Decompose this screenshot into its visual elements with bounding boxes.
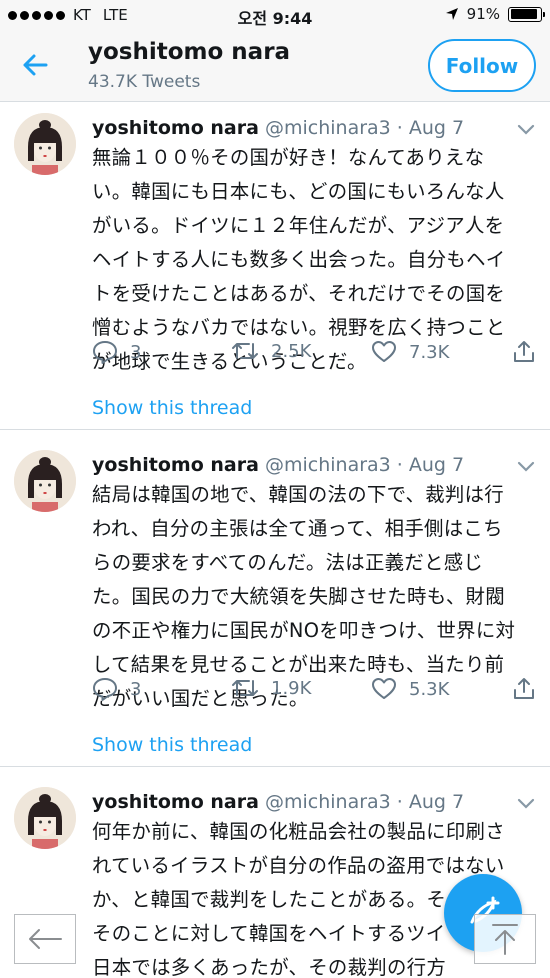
tweet[interactable]: yoshitomo nara @michinara3 · Aug 7 結局は韓国…	[0, 440, 550, 766]
tweet-actions: 3 1.9K 5.3K	[92, 677, 542, 707]
reply-count: 3	[130, 678, 142, 700]
tweet-header: yoshitomo nara @michinara3 · Aug 7	[92, 117, 464, 139]
reply-icon	[93, 341, 117, 364]
share-icon	[514, 678, 534, 699]
tweet-author-name[interactable]: yoshitomo nara	[92, 117, 259, 139]
tweet-author-name[interactable]: yoshitomo nara	[92, 791, 259, 813]
scroll-to-top-button[interactable]	[474, 914, 536, 964]
tweet-header: yoshitomo nara @michinara3 · Aug 7	[92, 454, 464, 476]
share-icon	[514, 341, 534, 362]
retweet-button[interactable]: 2.5K	[231, 340, 311, 362]
avatar-illustration	[14, 450, 76, 512]
chevron-down-icon[interactable]	[516, 797, 536, 811]
divider	[0, 429, 550, 430]
tweet-author-name[interactable]: yoshitomo nara	[92, 454, 259, 476]
battery-fill	[510, 9, 537, 19]
heart-icon	[372, 678, 396, 699]
tweet-count: 43.7K Tweets	[88, 72, 201, 92]
tweet-meta: @michinara3 · Aug 7	[264, 117, 465, 139]
avatar-illustration	[14, 787, 76, 849]
heart-icon	[372, 341, 396, 362]
header-title: yoshitomo nara	[88, 39, 291, 65]
status-bar: KT LTE 오전 9:44 91%	[0, 0, 550, 30]
back-arrow-icon[interactable]	[18, 48, 52, 82]
retweet-icon	[232, 343, 258, 359]
chevron-down-icon[interactable]	[516, 460, 536, 474]
retweet-button[interactable]: 1.9K	[231, 677, 311, 699]
profile-header: yoshitomo nara 43.7K Tweets Follow	[0, 30, 550, 102]
tweet-actions: 3 2.5K 7.3K	[92, 340, 542, 370]
reply-icon	[93, 678, 117, 701]
avatar-illustration	[14, 113, 76, 175]
tweet-header: yoshitomo nara @michinara3 · Aug 7	[92, 791, 464, 813]
reply-button[interactable]: 3	[92, 677, 141, 701]
scroll-to-top-icon	[492, 924, 518, 955]
nav-back-icon	[29, 929, 62, 949]
divider	[0, 766, 550, 767]
share-button[interactable]	[512, 677, 536, 701]
status-right: 91%	[445, 5, 545, 23]
chevron-down-icon[interactable]	[516, 123, 536, 137]
reply-button[interactable]: 3	[92, 340, 141, 364]
like-button[interactable]: 7.3K	[371, 340, 449, 364]
avatar[interactable]	[14, 113, 76, 175]
location-arrow-icon	[445, 8, 458, 20]
reply-count: 3	[130, 341, 142, 363]
retweet-icon	[232, 680, 258, 696]
avatar[interactable]	[14, 450, 76, 512]
avatar[interactable]	[14, 787, 76, 849]
battery-icon	[508, 6, 545, 22]
nav-back-button[interactable]	[14, 914, 76, 964]
tweet-meta: @michinara3 · Aug 7	[264, 791, 465, 813]
like-button[interactable]: 5.3K	[371, 677, 449, 701]
like-count: 7.3K	[409, 341, 450, 363]
retweet-count: 1.9K	[271, 677, 312, 699]
retweet-count: 2.5K	[271, 340, 312, 362]
tweet[interactable]: yoshitomo nara @michinara3 · Aug 7 無論１００…	[0, 103, 550, 429]
follow-button[interactable]: Follow	[428, 39, 536, 92]
like-count: 5.3K	[409, 678, 450, 700]
tweet-meta: @michinara3 · Aug 7	[264, 454, 465, 476]
share-button[interactable]	[512, 340, 536, 364]
show-thread-link[interactable]: Show this thread	[92, 734, 252, 756]
show-thread-link[interactable]: Show this thread	[92, 397, 252, 419]
battery-percent: 91%	[466, 5, 500, 23]
